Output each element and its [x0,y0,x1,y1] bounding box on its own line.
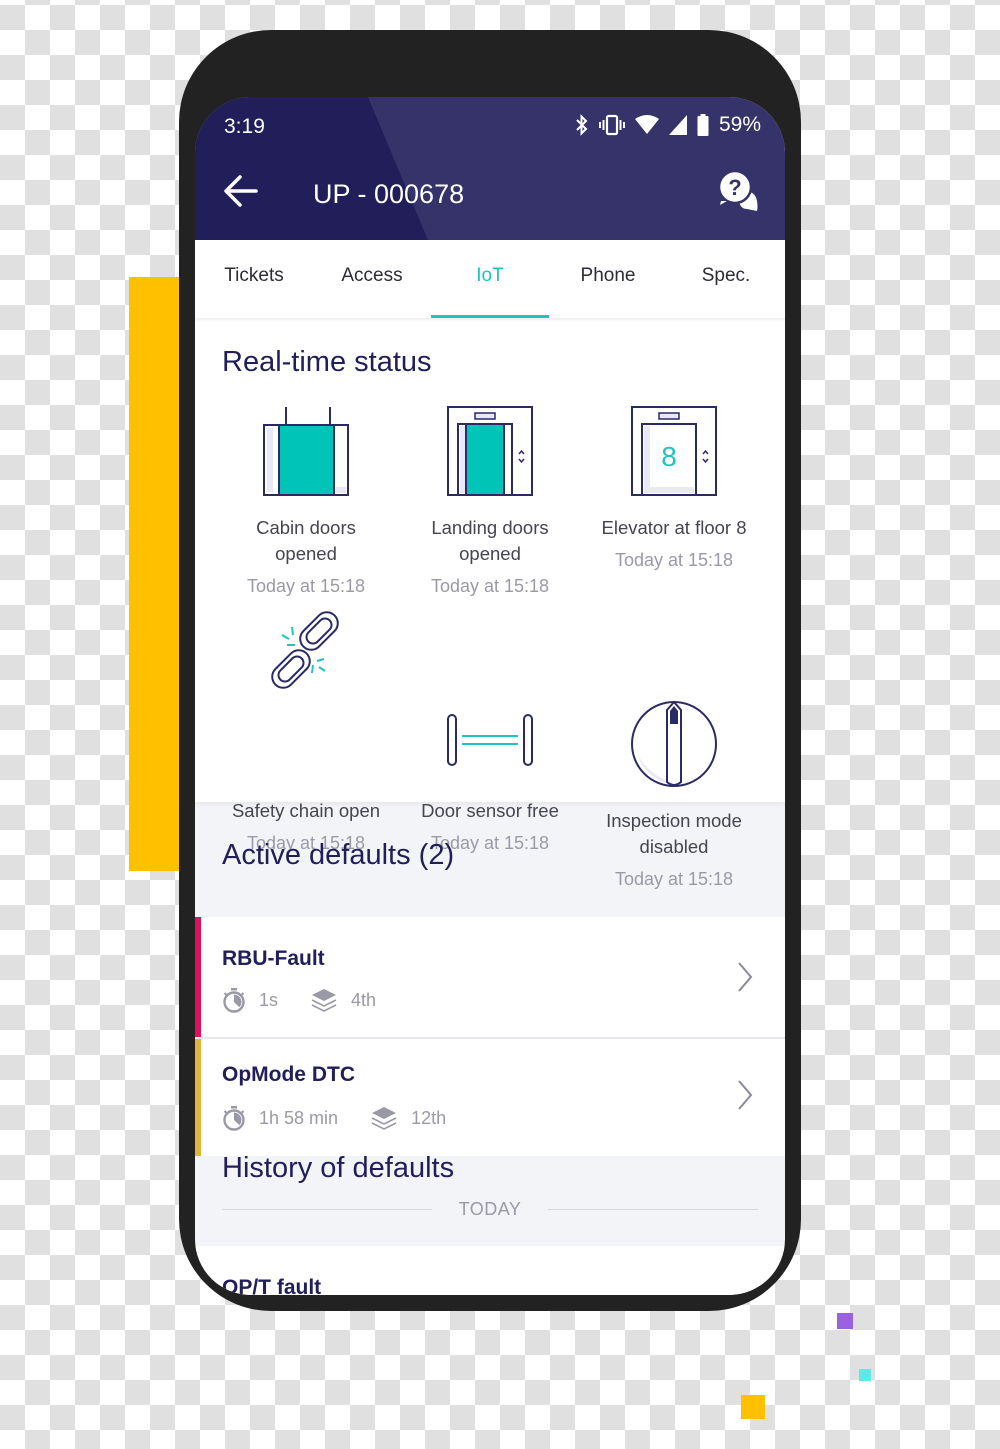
severity-indicator [195,1039,201,1156]
landing-doors-icon [447,406,533,496]
active-defaults-title: Active defaults (2) [222,839,455,871]
battery-icon [697,114,709,136]
status-label-line2: disabled [639,836,709,857]
wifi-icon [634,115,659,134]
date-group-header: TODAY [222,1199,758,1219]
status-label: Cabin doors [256,517,356,538]
status-item-inspection-mode: Inspection mode disabled Today at 15:18 [582,698,766,892]
stopwatch-icon [223,988,245,1013]
default-item-rbu-fault[interactable]: RBU-Fault 1s 4th [195,917,785,1037]
status-label: Safety chain open [231,800,381,821]
realtime-status-title: Real-time status [222,346,432,378]
status-item-cabin-doors: Cabin doors opened Today at 15:18 [214,401,398,599]
status-label-line2: opened [459,543,521,564]
default-floor: 4th [351,989,377,1010]
decorative-purple-square [837,1313,853,1329]
decorative-cyan-square [859,1369,871,1381]
stopwatch-icon [223,1106,245,1131]
tab-bar: Tickets Access IoT Phone Spec. [195,240,785,318]
battery-percent: 59% [718,113,761,136]
status-label-line2: opened [275,543,337,564]
history-title: History of defaults [222,1152,455,1184]
default-item-opmode-dtc[interactable]: OpMode DTC 1h 58 min 12th [195,1039,785,1156]
status-timestamp: Today at 15:18 [246,576,366,596]
arrow-left-icon [224,175,258,207]
tab-access[interactable]: Access [313,240,431,318]
help-chat-icon: ? [717,169,758,211]
phone-screen: 3:19 59% UP - 000678 ? Tickets Access Io… [195,97,785,1295]
severity-indicator [195,917,201,1037]
history-item[interactable]: OP/T fault [195,1246,785,1295]
status-label: Landing doors [431,517,549,538]
default-meta: 1s 4th [222,987,376,1013]
history-item-name: OP/T fault [222,1276,322,1295]
cell-signal-icon [668,115,687,135]
layers-icon [311,989,337,1012]
status-label: Door sensor free [421,800,559,821]
app-bar: 3:19 59% UP - 000678 ? [195,97,785,240]
status-item-landing-doors: Landing doors opened Today at 15:18 [398,401,582,599]
page-title: UP - 000678 [313,179,465,209]
tab-tickets[interactable]: Tickets [195,240,313,318]
status-item-door-sensor: Door sensor free Today at 15:18 [398,713,582,856]
status-item-elevator-floor: 8 Elevator at floor 8 Today at 15:18 [582,401,766,573]
tab-phone[interactable]: Phone [549,240,667,318]
phone-frame: 3:19 59% UP - 000678 ? Tickets Access Io… [179,30,801,1311]
default-meta: 1h 58 min 12th [222,1105,446,1131]
realtime-status-card: Real-time status Cabin doors opened Toda… [195,318,785,889]
default-duration: 1s [259,989,279,1010]
elevator-floor-icon: 8 [631,406,717,496]
status-timestamp: Today at 15:18 [614,869,734,889]
default-name: RBU-Fault [222,947,325,970]
chevron-right-icon [738,1080,753,1110]
default-name: OpMode DTC [222,1063,355,1086]
status-label: Elevator at floor 8 [601,517,747,538]
status-label: Inspection mode [606,810,742,831]
help-chat-button[interactable]: ? [717,169,761,213]
status-timestamp: Today at 15:18 [614,550,734,570]
broken-chain-icon [271,611,339,689]
bluetooth-icon [576,114,588,136]
tab-iot[interactable]: IoT [431,240,549,318]
svg-text:?: ? [728,175,741,200]
divider-line [548,1209,758,1210]
back-button[interactable] [221,173,261,209]
status-timestamp: Today at 15:18 [430,576,550,596]
floor-number: 8 [661,441,677,472]
chevron-right-icon [738,962,753,992]
cabin-doors-icon [263,407,349,496]
status-icons: 59% [575,113,761,137]
tab-spec[interactable]: Spec. [667,240,785,318]
vibrate-icon [598,114,625,136]
decorative-yellow-square [741,1395,765,1419]
default-floor: 12th [411,1107,447,1128]
default-duration: 1h 58 min [259,1107,339,1128]
inspection-switch-icon [631,700,717,787]
status-time: 3:19 [224,115,265,138]
door-sensor-icon [447,714,533,766]
layers-icon [371,1107,397,1130]
